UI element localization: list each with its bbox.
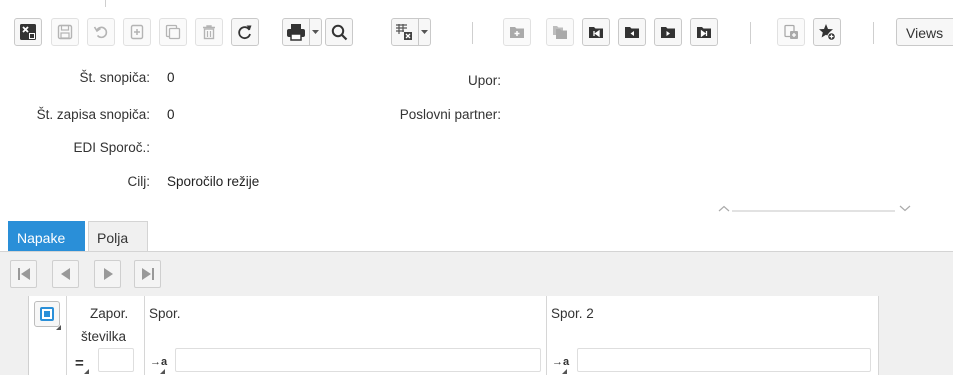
folder-plus-icon xyxy=(510,27,524,38)
views-button[interactable]: Views xyxy=(896,18,953,46)
resize-corner-icon xyxy=(160,369,165,374)
grid-next-button[interactable] xyxy=(94,260,121,288)
chevron-down-icon xyxy=(421,30,428,34)
column-separator xyxy=(546,296,547,375)
star-add-icon xyxy=(819,24,836,41)
refresh-icon xyxy=(238,25,252,40)
add-document-icon xyxy=(130,24,144,40)
detail-tabs: Napake Polja xyxy=(0,221,953,252)
favorite-button[interactable] xyxy=(813,18,841,46)
target-label: Cilj: xyxy=(127,174,151,189)
column-separator xyxy=(66,296,67,375)
previous-icon xyxy=(60,268,70,280)
batch-number-value: 0 xyxy=(167,70,175,85)
errors-panel: Zapor. številka = Spor. →a Spor. 2 →a xyxy=(0,252,953,375)
tab-polja[interactable]: Polja xyxy=(88,221,148,252)
business-partner-label: Poslovni partner: xyxy=(399,107,501,122)
errors-grid: Zapor. številka = Spor. →a Spor. 2 →a xyxy=(28,296,879,375)
previous-icon xyxy=(625,27,639,38)
seq-filter-input[interactable] xyxy=(98,348,134,372)
print-button[interactable] xyxy=(282,18,322,46)
toolbar-separator xyxy=(873,22,874,44)
last-record-button[interactable] xyxy=(690,18,718,46)
find-button[interactable] xyxy=(325,18,353,46)
grid-first-button[interactable] xyxy=(10,260,37,288)
first-record-button[interactable] xyxy=(582,18,610,46)
copy-document-icon xyxy=(165,24,181,40)
new-folder-button[interactable] xyxy=(503,18,531,46)
column-header-seq-line1: Zapor. xyxy=(90,306,129,321)
filter-operator-startswith[interactable]: →a xyxy=(552,356,569,368)
refresh-button[interactable] xyxy=(231,18,259,46)
undo-arrow-icon xyxy=(93,26,108,39)
batch-record-value: 0 xyxy=(167,107,175,122)
resize-corner-icon xyxy=(84,369,89,374)
resize-corner-icon xyxy=(562,369,567,374)
next-record-button[interactable] xyxy=(654,18,682,46)
edi-message-label: EDI Sporoč.: xyxy=(73,140,150,155)
user-label: Upor: xyxy=(467,73,501,88)
first-icon xyxy=(589,27,603,38)
tab-napake[interactable]: Napake xyxy=(8,221,85,252)
main-toolbar: Views xyxy=(0,14,953,52)
export-grid-icon xyxy=(396,24,412,40)
last-icon xyxy=(141,268,154,280)
previous-record-button[interactable] xyxy=(618,18,646,46)
last-icon xyxy=(697,27,711,38)
grid-last-button[interactable] xyxy=(134,260,161,288)
batch-number-label: Št. snopiča: xyxy=(79,70,150,85)
toolbar-separator xyxy=(750,22,751,44)
toolbar-separator xyxy=(472,22,473,44)
column-header-msg2: Spor. 2 xyxy=(551,306,594,321)
printer-icon xyxy=(287,24,305,41)
delete-button[interactable] xyxy=(195,18,223,46)
msg-filter-input[interactable] xyxy=(175,348,541,372)
new-record-button[interactable] xyxy=(123,18,151,46)
msg2-filter-input[interactable] xyxy=(577,348,871,372)
filter-operator-startswith[interactable]: →a xyxy=(150,356,167,368)
copy-record-button[interactable] xyxy=(159,18,187,46)
column-header-msg: Spor. xyxy=(149,306,181,321)
first-icon xyxy=(17,268,30,280)
next-icon xyxy=(661,27,675,38)
toolbar-top-divider xyxy=(105,0,106,7)
copy-folder-button[interactable] xyxy=(546,18,574,46)
splitter-line xyxy=(732,210,895,212)
export-button[interactable] xyxy=(391,18,431,46)
folder-copy-icon xyxy=(553,26,567,39)
column-separator xyxy=(144,296,145,375)
export-dropdown-caret[interactable] xyxy=(418,19,430,45)
print-dropdown-caret[interactable] xyxy=(309,19,321,45)
floppy-disk-icon xyxy=(57,24,73,40)
grid-previous-button[interactable] xyxy=(52,260,79,288)
chevron-down-icon xyxy=(899,205,911,212)
target-value: Sporočilo režije xyxy=(167,174,260,189)
chevron-down-icon xyxy=(312,30,319,34)
checkbox-fill xyxy=(40,307,54,321)
batch-record-label: Št. zapisa snopiča: xyxy=(36,107,150,122)
trash-icon xyxy=(203,25,215,40)
magnifier-icon xyxy=(331,24,347,40)
column-header-seq-line2: številka xyxy=(81,329,127,344)
panel-splitter[interactable] xyxy=(718,202,913,216)
column-separator xyxy=(878,296,879,375)
chevron-up-icon xyxy=(718,205,730,212)
undo-changes-button[interactable] xyxy=(14,18,42,46)
grid-close-icon xyxy=(20,24,36,40)
attachment-icon xyxy=(784,24,798,39)
resize-corner-icon xyxy=(56,325,61,330)
save-button[interactable] xyxy=(51,18,79,46)
next-icon xyxy=(103,268,113,280)
select-all-checkbox[interactable] xyxy=(34,301,60,327)
undo-button[interactable] xyxy=(87,18,115,46)
attach-button[interactable] xyxy=(777,18,805,46)
filter-operator-equals[interactable]: = xyxy=(75,355,84,372)
